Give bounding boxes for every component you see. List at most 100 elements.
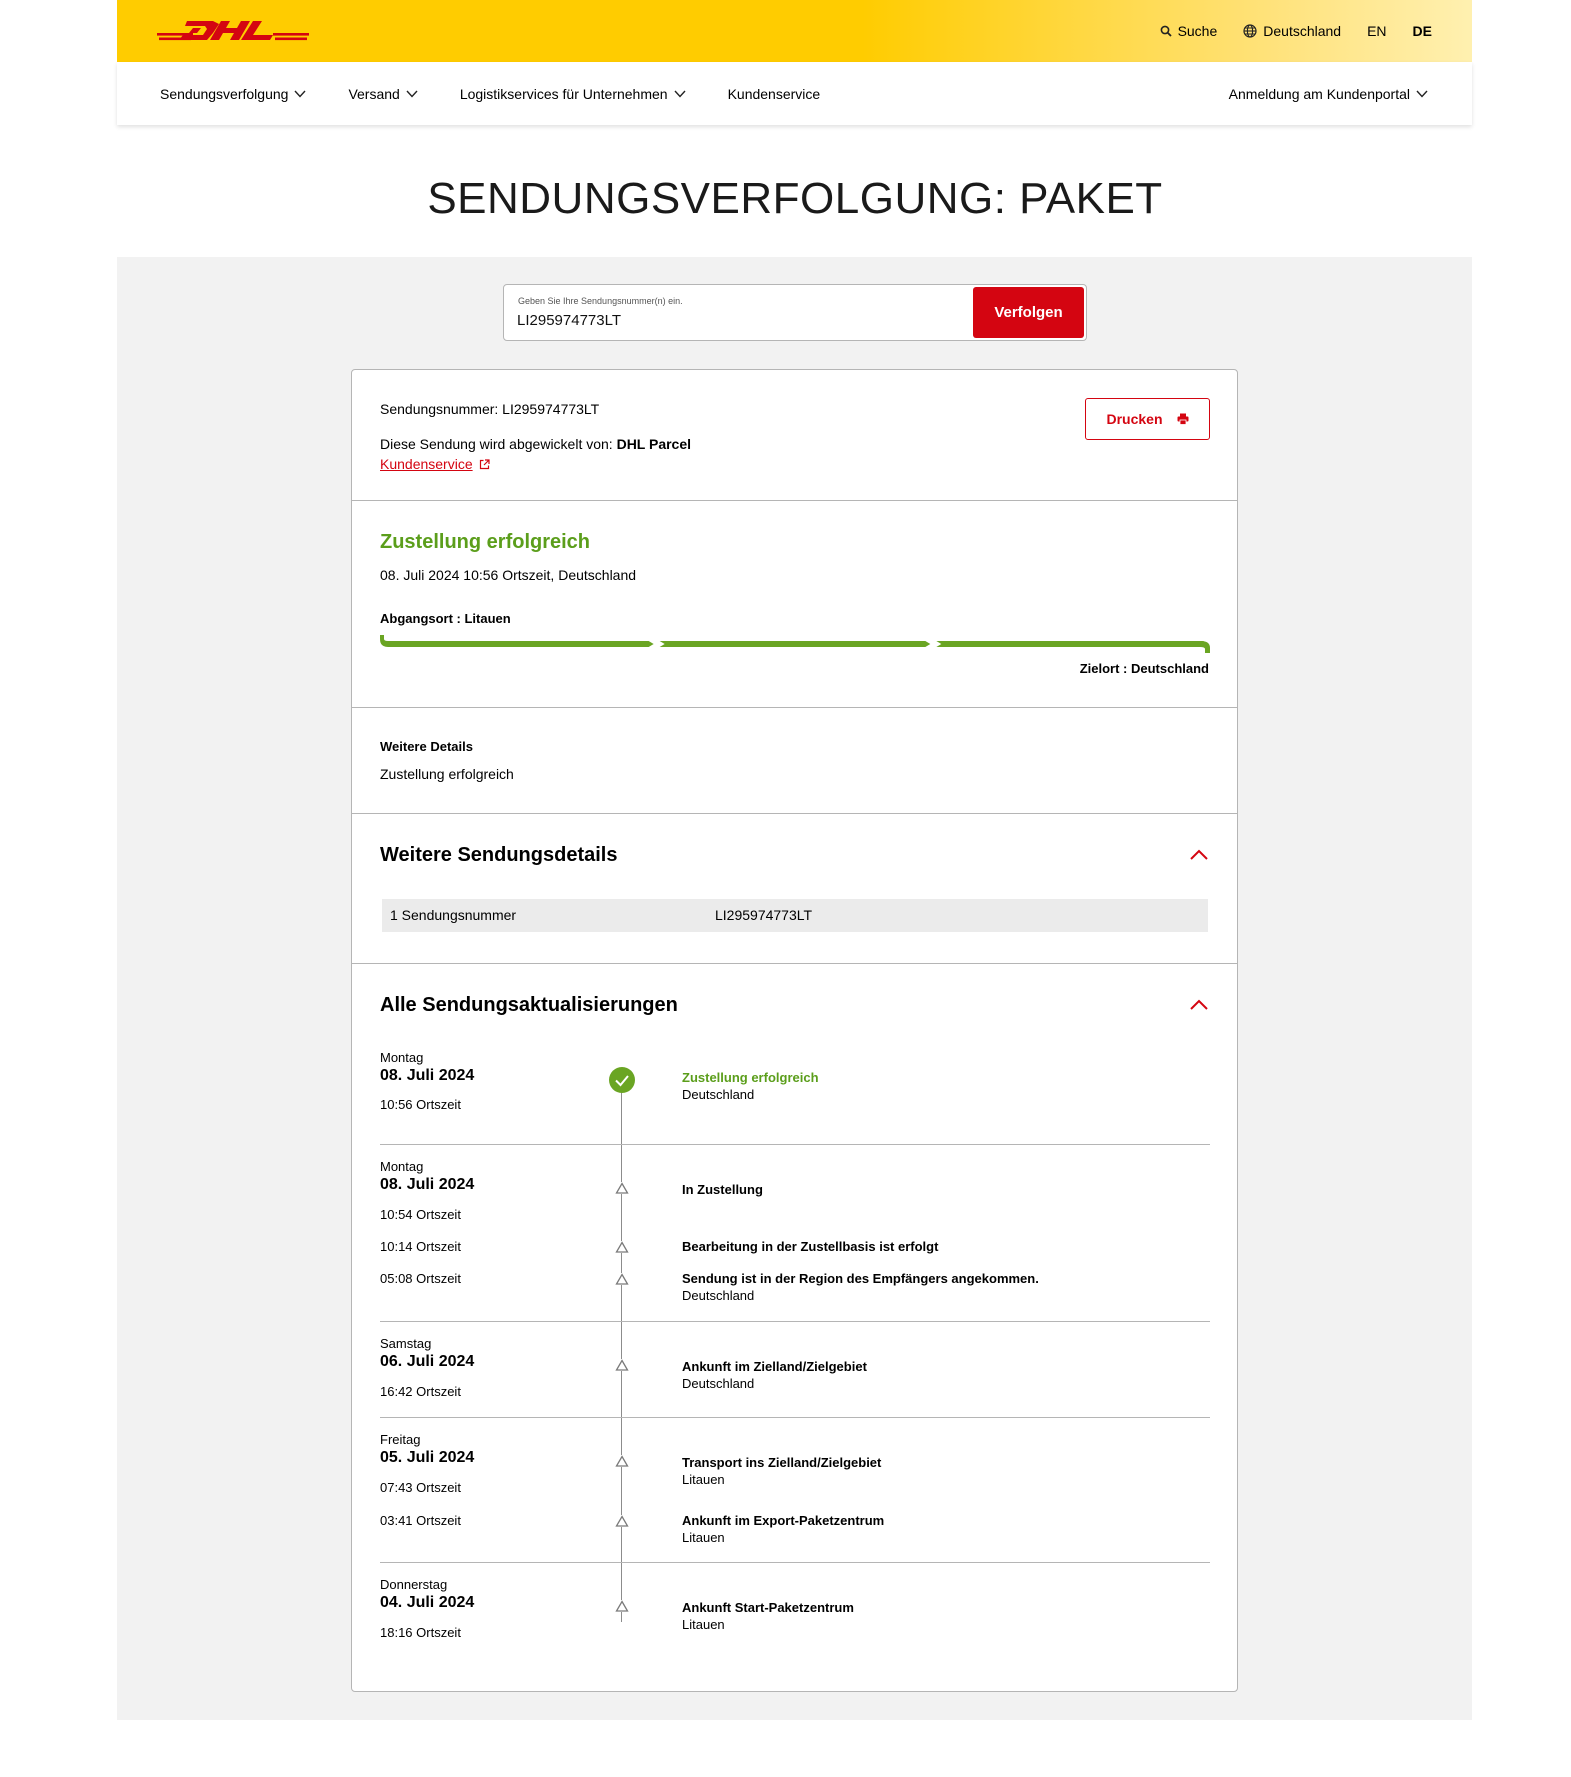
progress-end-cap bbox=[1200, 641, 1210, 653]
status-triangle-icon bbox=[615, 1600, 629, 1612]
timeline-weekday: Freitag bbox=[380, 1432, 421, 1447]
timeline-day-group: Donnerstag 04. Juli 2024 18:16 Ortszeit … bbox=[380, 1563, 1210, 1653]
chevron-up-icon[interactable] bbox=[1189, 998, 1209, 1012]
timeline-day-group: Samstag 06. Juli 2024 16:42 Ortszeit Ank… bbox=[380, 1322, 1210, 1418]
nav-item-logistikservices[interactable]: Logistikservices für Unternehmen bbox=[460, 86, 686, 102]
chevron-up-icon[interactable] bbox=[1189, 848, 1209, 862]
more-details-section: Weitere Details Zustellung erfolgreich bbox=[352, 707, 1237, 813]
progress-segment bbox=[936, 641, 1210, 653]
timeline-event-title: In Zustellung bbox=[682, 1182, 763, 1197]
timeline-event-title: Zustellung erfolgreich bbox=[682, 1070, 819, 1085]
nav-item-versand[interactable]: Versand bbox=[348, 85, 418, 102]
status-triangle-icon bbox=[615, 1241, 629, 1253]
timeline-event-title: Bearbeitung in der Zustellbasis ist erfo… bbox=[682, 1239, 939, 1254]
timeline-time: 10:54 Ortszeit bbox=[380, 1207, 461, 1222]
tracking-number-input[interactable] bbox=[517, 312, 947, 329]
delivery-status-section: Zustellung erfolgreich 08. Juli 2024 10:… bbox=[352, 500, 1237, 707]
timeline-event-location: Deutschland bbox=[682, 1376, 755, 1391]
chevron-down-icon bbox=[406, 90, 418, 98]
more-details-title: Weitere Details bbox=[380, 739, 473, 754]
delivered-check-icon bbox=[609, 1067, 635, 1093]
timeline-weekday: Montag bbox=[380, 1159, 424, 1174]
search-link[interactable]: Suche bbox=[1160, 23, 1218, 39]
timeline-event: Ankunft im Export-Paketzentrum Litauen bbox=[682, 1513, 884, 1545]
print-button-label: Drucken bbox=[1106, 411, 1163, 427]
timeline-event: Zustellung erfolgreich Deutschland bbox=[682, 1070, 819, 1102]
dhl-logo[interactable] bbox=[157, 19, 309, 43]
timeline-date: 05. Juli 2024 bbox=[380, 1449, 475, 1466]
tracking-input-label: Geben Sie Ihre Sendungsnummer(n) ein. bbox=[518, 296, 683, 306]
tracking-search-form: Geben Sie Ihre Sendungsnummer(n) ein. Ve… bbox=[503, 284, 1087, 341]
track-button[interactable]: Verfolgen bbox=[973, 287, 1084, 338]
delivery-progress-bar bbox=[380, 635, 1210, 653]
timeline-time: 10:14 Ortszeit bbox=[380, 1239, 461, 1254]
timeline-date: 06. Juli 2024 bbox=[380, 1353, 475, 1370]
handled-by-company: DHL Parcel bbox=[616, 436, 692, 452]
progress-segment bbox=[659, 641, 931, 647]
lang-en[interactable]: EN bbox=[1367, 23, 1386, 39]
handled-by: Diese Sendung wird abgewickelt von: DHL … bbox=[380, 436, 691, 452]
chevron-down-icon bbox=[674, 90, 686, 98]
status-triangle-icon bbox=[615, 1515, 629, 1527]
delivery-status-datetime: 08. Juli 2024 10:56 Ortszeit, Deutschlan… bbox=[380, 567, 637, 583]
shipment-number: Sendungsnummer: LI295974773LT bbox=[380, 401, 600, 417]
print-button[interactable]: Drucken bbox=[1085, 398, 1210, 440]
timeline-event-title: Ankunft im Export-Paketzentrum bbox=[682, 1513, 885, 1528]
chevron-down-icon bbox=[294, 90, 306, 98]
nav-item-label: Logistikservices für Unternehmen bbox=[459, 85, 668, 102]
top-bar: Suche Deutschland EN DE bbox=[117, 0, 1472, 62]
timeline-event-title: Ankunft Start-Paketzentrum bbox=[682, 1600, 854, 1615]
timeline-time: 18:16 Ortszeit bbox=[380, 1625, 461, 1640]
timeline-event-location: Litauen bbox=[682, 1530, 725, 1545]
customer-service-link-label: Kundenservice bbox=[380, 456, 473, 472]
timeline-event: Ankunft im Zielland/Zielgebiet Deutschla… bbox=[682, 1359, 867, 1391]
shipment-detail-value: LI295974773LT bbox=[715, 907, 813, 923]
timeline-event-title: Transport ins Zielland/Zielgebiet bbox=[682, 1455, 882, 1470]
chevron-down-icon bbox=[1416, 90, 1428, 98]
timeline-event-location: Litauen bbox=[682, 1617, 725, 1632]
external-link-icon bbox=[479, 458, 490, 469]
status-triangle-icon bbox=[615, 1273, 629, 1285]
timeline-date: 04. Juli 2024 bbox=[380, 1594, 475, 1611]
nav-item-label: Anmeldung am Kundenportal bbox=[1228, 85, 1410, 102]
timeline-event: Ankunft Start-Paketzentrum Litauen bbox=[682, 1600, 854, 1632]
shipment-details-section: Weitere Sendungsdetails 1 Sendungsnummer… bbox=[352, 813, 1237, 963]
timeline-date: 08. Juli 2024 bbox=[380, 1176, 475, 1193]
timeline-event-title: Sendung ist in der Region des Empfängers… bbox=[682, 1271, 1039, 1286]
nav-item-sendungsverfolgung[interactable]: Sendungsverfolgung bbox=[160, 86, 306, 102]
shipment-detail-row: 1 Sendungsnummer LI295974773LT bbox=[382, 899, 1208, 932]
globe-icon bbox=[1243, 24, 1257, 38]
nav-item-kundenservice[interactable]: Kundenservice bbox=[728, 86, 821, 102]
search-link-label: Suche bbox=[1177, 23, 1218, 39]
nav-item-label: Versand bbox=[348, 85, 400, 102]
timeline-time: 16:42 Ortszeit bbox=[380, 1384, 461, 1399]
origin-label: Abgangsort : Litauen bbox=[380, 611, 511, 626]
lang-de[interactable]: DE bbox=[1413, 23, 1432, 39]
timeline-time: 03:41 Ortszeit bbox=[380, 1513, 461, 1528]
timeline-event-location: Litauen bbox=[682, 1472, 725, 1487]
main-nav: Sendungsverfolgung Versand Logistikservi… bbox=[117, 62, 1472, 125]
country-label: Deutschland bbox=[1263, 23, 1342, 39]
customer-service-link[interactable]: Kundenservice bbox=[380, 456, 490, 472]
all-updates-title: Alle Sendungsaktualisierungen bbox=[380, 994, 678, 1016]
country-selector[interactable]: Deutschland bbox=[1243, 23, 1341, 39]
timeline-weekday: Montag bbox=[380, 1050, 424, 1065]
all-updates-section: Alle Sendungsaktualisierungen Montag 08.… bbox=[352, 963, 1237, 1692]
progress-segment bbox=[380, 635, 654, 647]
search-icon bbox=[1160, 25, 1172, 37]
timeline-weekday: Samstag bbox=[380, 1336, 432, 1351]
tracking-result-card: Sendungsnummer: LI295974773LT Diese Send… bbox=[351, 369, 1238, 1692]
page-title: SENDUNGSVERFOLGUNG: PAKET bbox=[427, 174, 1163, 223]
delivery-status-title: Zustellung erfolgreich bbox=[380, 531, 591, 553]
timeline-day-group: Montag 08. Juli 2024 10:56 Ortszeit Zust… bbox=[380, 1050, 1210, 1145]
timeline-event: Sendung ist in der Region des Empfängers… bbox=[682, 1271, 1039, 1303]
timeline-weekday: Donnerstag bbox=[380, 1577, 448, 1592]
status-triangle-icon bbox=[615, 1455, 629, 1467]
timeline-event-title: Ankunft im Zielland/Zielgebiet bbox=[682, 1359, 867, 1374]
nav-item-login[interactable]: Anmeldung am Kundenportal bbox=[1229, 86, 1428, 102]
shipment-details-title: Weitere Sendungsdetails bbox=[380, 844, 618, 866]
timeline-event-location: Deutschland bbox=[682, 1087, 755, 1102]
timeline-event: In Zustellung bbox=[682, 1182, 763, 1197]
shipment-info-section: Sendungsnummer: LI295974773LT Diese Send… bbox=[352, 370, 1237, 500]
timeline-time: 10:56 Ortszeit bbox=[380, 1097, 461, 1112]
